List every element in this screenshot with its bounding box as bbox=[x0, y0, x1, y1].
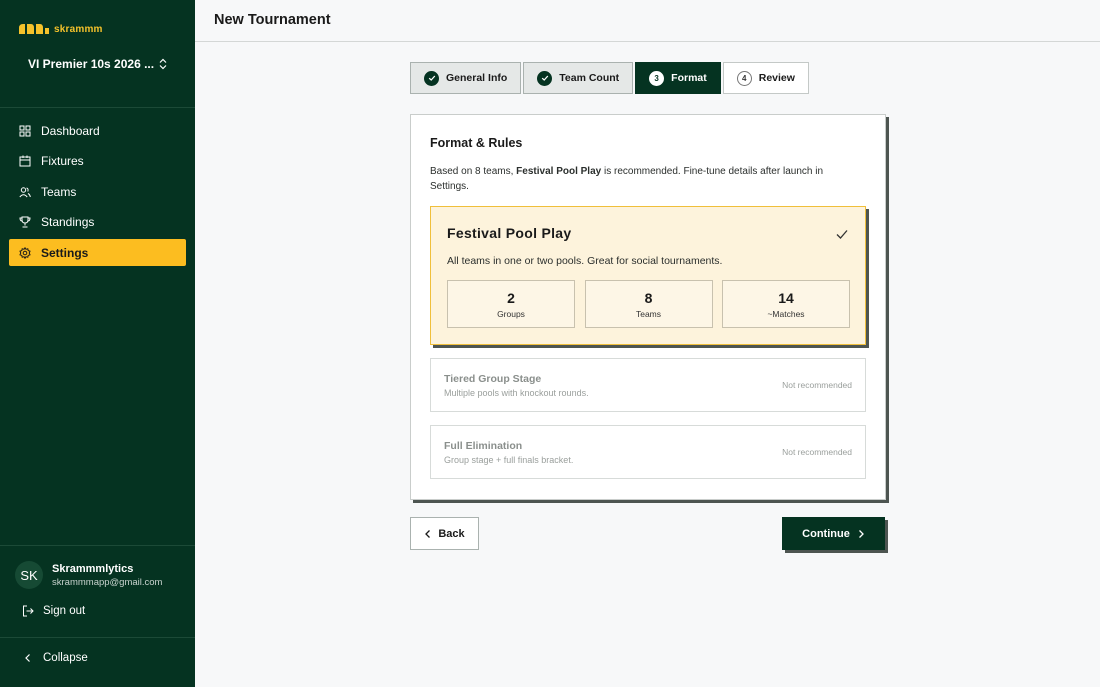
check-icon bbox=[537, 70, 553, 86]
user-email: skrammmapp@gmail.com bbox=[52, 576, 163, 588]
sidebar-item-standings[interactable]: Standings bbox=[9, 209, 186, 236]
option-note: Not recommended bbox=[782, 380, 852, 390]
sidebar-item-label: Teams bbox=[41, 184, 77, 199]
recommended-format-name: Festival Pool Play bbox=[516, 166, 602, 177]
sign-out-button[interactable]: Sign out bbox=[22, 605, 85, 617]
tournament-name: VI Premier 10s 2026 ... bbox=[28, 57, 155, 71]
avatar: SK bbox=[15, 561, 43, 589]
option-description: Group stage + full finals bracket. bbox=[444, 455, 574, 465]
collapse-button[interactable]: Collapse bbox=[22, 652, 88, 664]
wizard-stepper: General Info Team Count 3 Format 4 Revie… bbox=[410, 62, 811, 94]
sidebar-item-label: Fixtures bbox=[41, 154, 84, 168]
option-title: Festival Pool Play bbox=[447, 225, 572, 241]
logo-mark-icon bbox=[19, 24, 49, 34]
option-description: All teams in one or two pools. Great for… bbox=[447, 255, 723, 267]
sidebar: skrammm VI Premier 10s 2026 ... Dashboar… bbox=[0, 0, 195, 687]
step-label: Review bbox=[758, 72, 795, 84]
sidebar-item-label: Settings bbox=[41, 245, 89, 260]
collapse-label: Collapse bbox=[43, 652, 88, 664]
user-profile[interactable]: SK Skrammmlytics skrammmapp@gmail.com bbox=[15, 561, 162, 589]
stat-value: 2 bbox=[507, 290, 515, 306]
chevron-left-icon bbox=[22, 652, 34, 664]
format-card: Format & Rules Based on 8 teams, Festiva… bbox=[410, 114, 886, 500]
sidebar-item-settings[interactable]: Settings bbox=[9, 239, 186, 266]
sidebar-nav: Dashboard Fixtures Teams Standings Setti… bbox=[9, 117, 186, 270]
step-number: 3 bbox=[649, 70, 665, 86]
chevron-updown-icon bbox=[159, 58, 167, 70]
step-label: Format bbox=[671, 72, 707, 84]
back-label: Back bbox=[438, 527, 465, 540]
chevron-right-icon bbox=[858, 529, 864, 538]
sidebar-item-label: Standings bbox=[41, 215, 95, 229]
back-button[interactable]: Back bbox=[410, 517, 479, 550]
check-icon bbox=[424, 70, 439, 86]
step-number: 4 bbox=[736, 70, 752, 86]
user-name: Skrammmlytics bbox=[52, 562, 134, 575]
step-label: General Info bbox=[446, 72, 508, 84]
continue-button[interactable]: Continue bbox=[782, 517, 885, 550]
check-icon bbox=[836, 230, 848, 239]
gear-icon bbox=[19, 246, 31, 259]
sidebar-item-label: Dashboard bbox=[41, 123, 100, 138]
sidebar-item-dashboard[interactable]: Dashboard bbox=[9, 117, 186, 144]
sidebar-divider bbox=[0, 107, 195, 108]
grid-icon bbox=[19, 125, 31, 137]
stat-label: Teams bbox=[635, 309, 662, 319]
format-option-festival-pool-play[interactable]: Festival Pool Play All teams in one or t… bbox=[430, 206, 866, 345]
continue-label: Continue bbox=[802, 527, 850, 540]
step-review[interactable]: 4 Review bbox=[722, 62, 809, 94]
logo-text: skrammm bbox=[54, 23, 103, 35]
option-title: Full Elimination bbox=[444, 440, 523, 452]
trophy-icon bbox=[19, 216, 31, 228]
step-general-info[interactable]: General Info bbox=[410, 62, 522, 94]
stat-value: 8 bbox=[644, 290, 653, 306]
step-label: Team Count bbox=[559, 72, 620, 84]
format-option-tiered-group-stage[interactable]: Tiered Group Stage Multiple pools with k… bbox=[430, 358, 866, 412]
chevron-left-icon bbox=[425, 529, 431, 538]
sign-out-icon bbox=[22, 605, 34, 617]
sidebar-item-teams[interactable]: Teams bbox=[9, 178, 186, 205]
stat-groups: 2 Groups bbox=[447, 280, 575, 328]
tournament-selector[interactable]: VI Premier 10s 2026 ... bbox=[18, 50, 178, 78]
stat-value: 14 bbox=[778, 290, 794, 306]
users-icon bbox=[19, 186, 31, 198]
step-team-count[interactable]: Team Count bbox=[523, 62, 634, 94]
format-option-full-elimination[interactable]: Full Elimination Group stage + full fina… bbox=[430, 425, 866, 479]
step-format[interactable]: 3 Format bbox=[635, 62, 721, 94]
calendar-icon bbox=[19, 155, 31, 167]
card-title: Format & Rules bbox=[430, 136, 523, 150]
stat-label: ~Matches bbox=[767, 309, 805, 319]
card-description: Based on 8 teams, Festival Pool Play is … bbox=[430, 166, 824, 192]
option-description: Multiple pools with knockout rounds. bbox=[444, 388, 589, 398]
stat-matches: 14 ~Matches bbox=[722, 280, 850, 328]
page-title: New Tournament bbox=[214, 12, 331, 28]
stat-teams: 8 Teams bbox=[584, 280, 713, 328]
sidebar-divider bbox=[0, 545, 195, 546]
app-logo[interactable]: skrammm bbox=[18, 22, 103, 36]
option-title: Tiered Group Stage bbox=[444, 373, 542, 385]
option-note: Not recommended bbox=[782, 447, 852, 457]
sidebar-divider bbox=[0, 637, 195, 638]
format-stats: 2 Groups 8 Teams 14 ~Matches bbox=[447, 280, 860, 328]
page-header: New Tournament bbox=[195, 0, 1100, 42]
sign-out-label: Sign out bbox=[43, 605, 86, 617]
stat-label: Groups bbox=[497, 309, 525, 319]
sidebar-item-fixtures[interactable]: Fixtures bbox=[9, 148, 186, 175]
